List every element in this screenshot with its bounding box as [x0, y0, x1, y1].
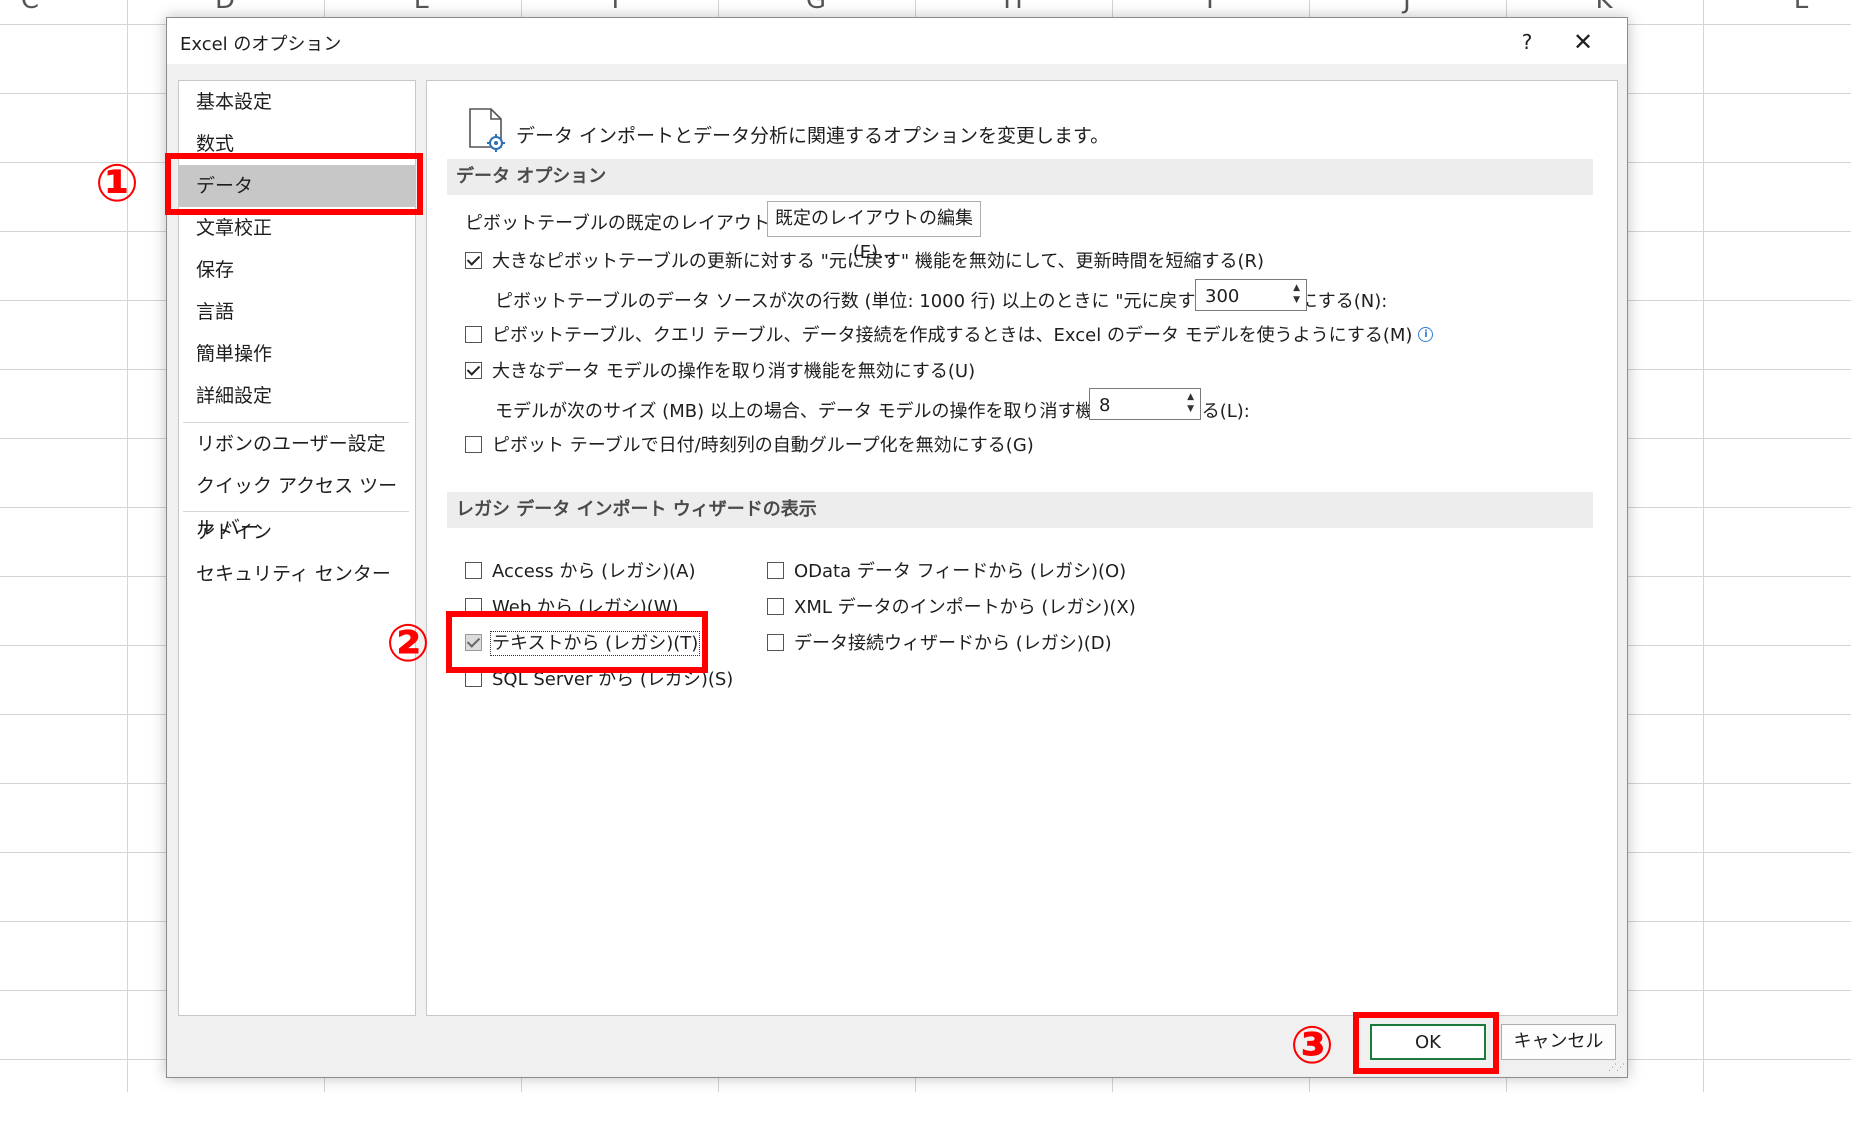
- option-label: XML データのインポートから (レガシ)(X): [794, 597, 1136, 618]
- resize-grip-icon[interactable]: ⋰⋰: [1608, 1063, 1625, 1073]
- nav-item-trust-center[interactable]: セキュリティ センター: [179, 553, 415, 595]
- dialog-titlebar[interactable]: Excel のオプション ? ✕: [167, 18, 1627, 64]
- spinner-value: 300: [1205, 286, 1240, 307]
- spin-up-icon[interactable]: ▲: [1187, 392, 1194, 402]
- document-settings-icon: [469, 108, 505, 152]
- option-undo-large-model[interactable]: 大きなデータ モデルの操作を取り消す機能を無効にする(U): [465, 357, 975, 383]
- checkbox[interactable]: [465, 325, 482, 343]
- info-icon[interactable]: i: [1418, 326, 1434, 342]
- nav-item-general[interactable]: 基本設定: [179, 81, 415, 123]
- column-header[interactable]: L: [1781, 0, 1821, 20]
- legacy-odata[interactable]: OData データ フィードから (レガシ)(O): [767, 557, 1126, 583]
- nav-item-save[interactable]: 保存: [179, 249, 415, 291]
- options-content: データ インポートとデータ分析に関連するオプションを変更します。 データ オプシ…: [426, 80, 1618, 1016]
- annotation-box-3: [1353, 1012, 1499, 1074]
- checkbox[interactable]: [465, 435, 482, 453]
- checkbox[interactable]: [767, 561, 784, 579]
- nav-item-quick-access-toolbar[interactable]: クイック アクセス ツール バー: [179, 465, 415, 539]
- option-label: Access から (レガシ)(A): [492, 561, 696, 582]
- spin-down-icon[interactable]: ▼: [1293, 295, 1300, 305]
- help-button[interactable]: ?: [1507, 26, 1547, 58]
- nav-item-accessibility[interactable]: 簡単操作: [179, 333, 415, 375]
- annotation-label-2: ②: [386, 614, 431, 674]
- nav-item-customize-ribbon[interactable]: リボンのユーザー設定: [179, 423, 415, 465]
- option-label: OData データ フィードから (レガシ)(O): [794, 561, 1127, 582]
- annotation-box-2: [446, 611, 708, 673]
- annotation-label-1: ①: [95, 154, 140, 214]
- annotation-box-1: [165, 153, 423, 215]
- legacy-xml[interactable]: XML データのインポートから (レガシ)(X): [767, 593, 1136, 619]
- section-header-legacy-import: レガシ データ インポート ウィザードの表示: [447, 492, 1593, 528]
- annotation-label-3: ③: [1290, 1016, 1335, 1076]
- options-nav: 基本設定 数式 データ 文章校正 保存 言語 簡単操作 詳細設定 リボンのユーザ…: [178, 80, 416, 1016]
- spin-up-icon[interactable]: ▲: [1293, 283, 1300, 293]
- grid-line: [1703, 0, 1704, 1092]
- checkbox[interactable]: [465, 251, 482, 269]
- option-undo-large-pivot[interactable]: 大きなピボットテーブルの更新に対する "元に戻す" 機能を無効にして、更新時間を…: [465, 247, 1264, 273]
- dialog-title: Excel のオプション: [180, 34, 342, 55]
- option-label: 大きなデータ モデルの操作を取り消す機能を無効にする(U): [492, 361, 976, 382]
- option-label: データ接続ウィザードから (レガシ)(D): [794, 633, 1112, 654]
- model-size-spinner[interactable]: 8 ▲ ▼: [1089, 388, 1201, 420]
- edit-default-layout-button[interactable]: 既定のレイアウトの編集(E)...: [767, 201, 981, 263]
- option-use-data-model[interactable]: ピボットテーブル、クエリ テーブル、データ接続を作成するときは、Excel のデ…: [465, 321, 1434, 347]
- option-label: ピボット テーブルで日付/時刻列の自動グループ化を無効にする(G): [492, 435, 1034, 456]
- legacy-data-connection-wizard[interactable]: データ接続ウィザードから (レガシ)(D): [767, 629, 1112, 655]
- content-description: データ インポートとデータ分析に関連するオプションを変更します。: [516, 125, 1110, 147]
- nav-item-advanced[interactable]: 詳細設定: [179, 375, 415, 417]
- legacy-access[interactable]: Access から (レガシ)(A): [465, 557, 695, 583]
- nav-item-addins[interactable]: アドイン: [179, 511, 415, 553]
- cancel-button[interactable]: キャンセル: [1501, 1024, 1616, 1060]
- checkbox[interactable]: [465, 361, 482, 379]
- option-label: 大きなピボットテーブルの更新に対する "元に戻す" 機能を無効にして、更新時間を…: [492, 251, 1265, 272]
- checkbox[interactable]: [767, 633, 784, 651]
- spin-down-icon[interactable]: ▼: [1187, 404, 1194, 414]
- checkbox[interactable]: [465, 561, 482, 579]
- option-disable-auto-grouping[interactable]: ピボット テーブルで日付/時刻列の自動グループ化を無効にする(G): [465, 431, 1034, 457]
- section-header-data-options: データ オプション: [447, 159, 1593, 195]
- option-label: ピボットテーブル、クエリ テーブル、データ接続を作成するときは、Excel のデ…: [492, 325, 1413, 346]
- close-button[interactable]: ✕: [1561, 26, 1605, 58]
- column-header[interactable]: C: [10, 0, 50, 20]
- checkbox[interactable]: [767, 597, 784, 615]
- nav-item-language[interactable]: 言語: [179, 291, 415, 333]
- pivot-rows-spinner[interactable]: 300 ▲ ▼: [1195, 279, 1307, 311]
- spinner-value: 8: [1099, 395, 1111, 416]
